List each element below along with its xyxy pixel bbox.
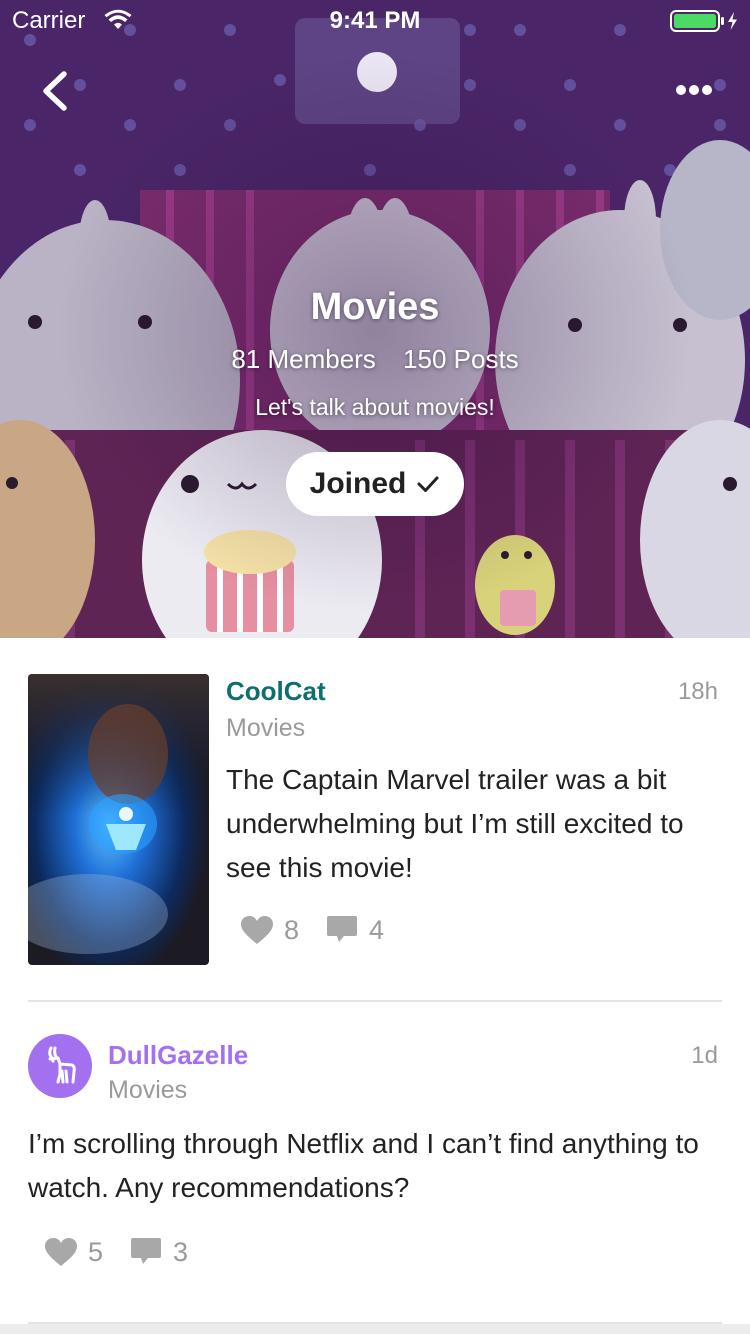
comment-button[interactable]: 3 bbox=[129, 1236, 188, 1268]
more-horizontal-icon bbox=[676, 85, 712, 95]
comment-icon bbox=[131, 1238, 162, 1264]
group-header-banner: Carrier 9:41 PM Movies 81 Members 150 Po… bbox=[0, 0, 750, 638]
post-text: The Captain Marvel trailer was a bit und… bbox=[226, 764, 684, 883]
post-timestamp: 18h bbox=[677, 678, 718, 705]
status-bar: Carrier 9:41 PM bbox=[0, 0, 750, 40]
back-button[interactable] bbox=[30, 66, 80, 116]
heart-icon bbox=[241, 916, 273, 944]
comment-count: 4 bbox=[369, 914, 385, 945]
post-group-label[interactable]: Movies bbox=[108, 1076, 187, 1105]
joined-label: Joined bbox=[309, 467, 407, 500]
battery-charging-icon bbox=[670, 9, 742, 38]
chevron-left-icon bbox=[43, 71, 67, 111]
post-actions: 8 4 bbox=[240, 914, 410, 946]
feed-bottom-edge bbox=[0, 1324, 750, 1334]
post-actions: 5 3 bbox=[44, 1236, 214, 1268]
gazelle-icon bbox=[48, 1046, 76, 1084]
clock-label: 9:41 PM bbox=[329, 7, 421, 34]
post-count: 150 Posts bbox=[403, 344, 519, 374]
comment-button[interactable]: 4 bbox=[325, 914, 384, 946]
feed-post[interactable]: CoolCat Movies 18h The Captain Marvel tr… bbox=[0, 638, 750, 1002]
member-count: 81 Members bbox=[231, 344, 376, 374]
joined-button[interactable]: Joined bbox=[286, 452, 464, 516]
post-author[interactable]: DullGazelle bbox=[108, 1040, 248, 1071]
comment-count: 3 bbox=[173, 1236, 189, 1267]
like-button[interactable]: 5 bbox=[44, 1237, 103, 1268]
post-author[interactable]: CoolCat bbox=[226, 676, 326, 707]
feed-post[interactable]: DullGazelle Movies 1d I’m scrolling thro… bbox=[0, 1002, 750, 1324]
post-timestamp: 1d bbox=[691, 1042, 718, 1069]
avatar[interactable] bbox=[28, 1034, 92, 1098]
heart-icon bbox=[45, 1238, 77, 1266]
group-description: Let's talk about movies! bbox=[255, 394, 495, 420]
group-name: Movies bbox=[310, 286, 440, 328]
post-media-thumbnail[interactable] bbox=[28, 674, 209, 965]
captain-marvel-image bbox=[28, 674, 209, 965]
comment-icon bbox=[327, 916, 358, 942]
post-group-label[interactable]: Movies bbox=[226, 714, 305, 743]
more-options-button[interactable] bbox=[666, 70, 726, 110]
post-text: I’m scrolling through Netflix and I can’… bbox=[28, 1128, 699, 1203]
group-stats: 81 Members 150 Posts bbox=[0, 344, 750, 375]
like-button[interactable]: 8 bbox=[240, 915, 299, 946]
checkmark-icon bbox=[417, 476, 439, 492]
like-count: 5 bbox=[88, 1236, 104, 1267]
like-count: 8 bbox=[284, 914, 300, 945]
